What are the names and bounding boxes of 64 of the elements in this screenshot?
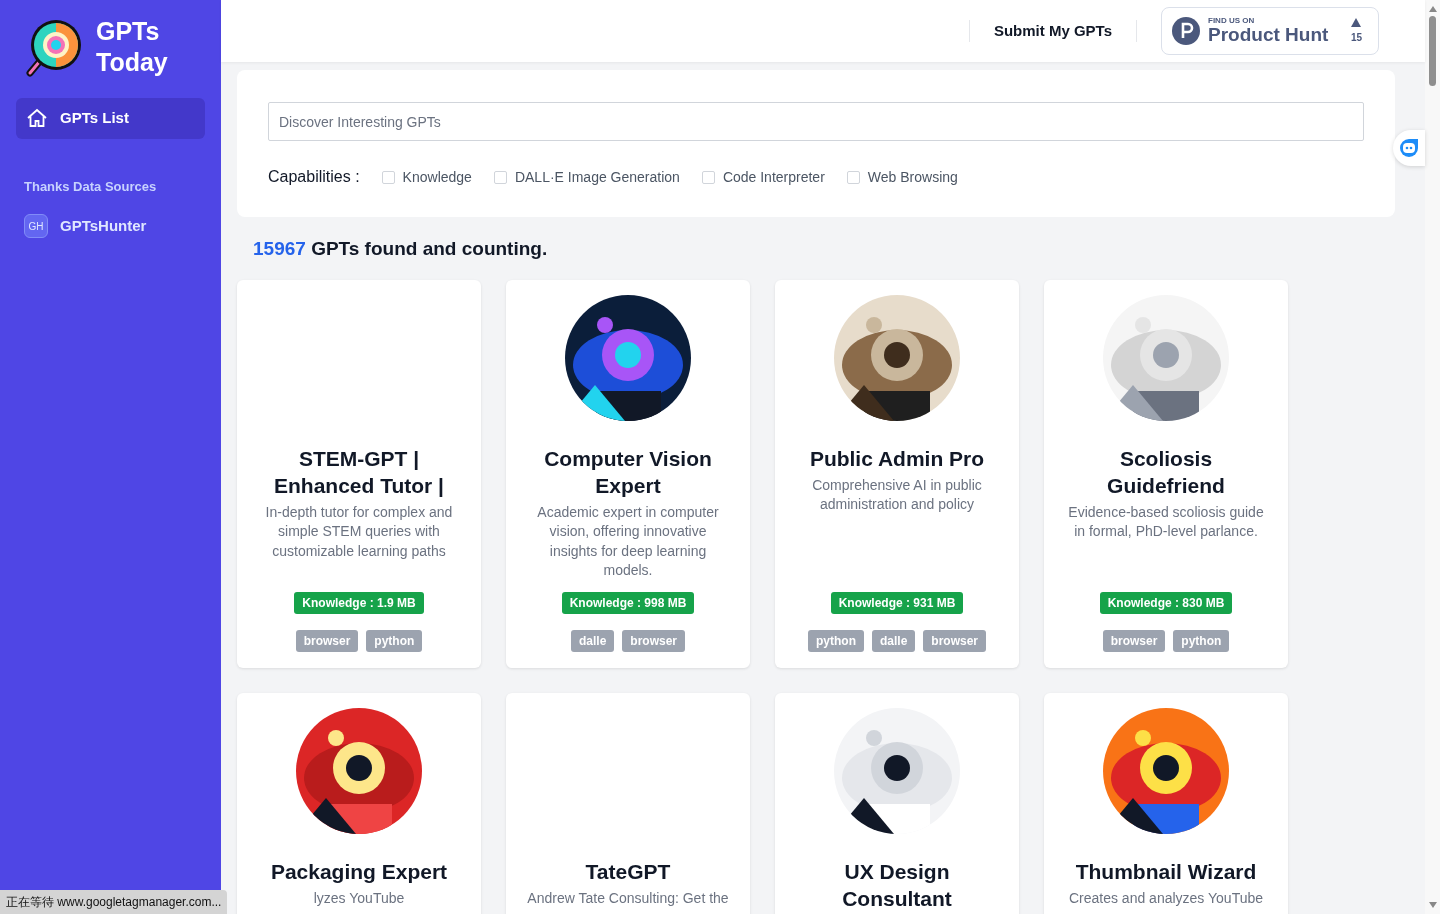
tag: browser: [1102, 629, 1166, 652]
card-title: Scoliosis Guidefriend: [1106, 445, 1226, 499]
card-title: UX Design Consultant: [841, 858, 953, 912]
brand-name: GPTs: [96, 16, 161, 47]
card-title: Public Admin Pro: [809, 445, 985, 472]
card-description: lyzes YouTube: [313, 888, 405, 908]
vote-count: 15: [1350, 30, 1362, 45]
card-title: Packaging Expert: [270, 858, 448, 885]
gpt-card[interactable]: Public Admin Pro Comprehensive AI in public administration and policy Knowledge : 931 MB python dalle browser: [775, 279, 1019, 668]
gpt-card[interactable]: Packaging Expert lyzes YouTube: [237, 692, 481, 914]
filter-panel: Discover Interesting GPTs Capabilities : Knowledge DALL·E Image Generation Code Interpreter Web Browsing: [237, 70, 1395, 217]
product-hunt-badge[interactable]: FIND US ON Product Hunt 15: [1161, 7, 1379, 55]
tag: dalle: [871, 629, 916, 652]
logo-icon: [24, 17, 84, 77]
gpt-card[interactable]: Thumbnail Wizard Creates and analyzes YouTube: [1044, 692, 1288, 914]
status-bar: 正在等待 www.googletagmanager.com...: [0, 890, 228, 914]
card-description: Creates and analyzes YouTube: [1068, 888, 1264, 908]
section-title: Thanks Data Sources: [24, 177, 158, 196]
brand-name: Today: [96, 47, 168, 78]
tag: python: [807, 629, 864, 652]
result-count: 15967: [253, 238, 306, 259]
capabilities-label: Capabilities :: [268, 167, 360, 187]
checkbox[interactable]: [493, 170, 507, 184]
tag: dalle: [570, 629, 615, 652]
product-hunt-name: Product Hunt: [1208, 25, 1329, 45]
gpt-card[interactable]: UX Design Consultant: [775, 692, 1019, 914]
gpt-card[interactable]: Scoliosis Guidefriend Evidence-based scoliosis guide in formal, PhD-level parlance. Knowledge : 830 MB browser python: [1044, 279, 1288, 668]
product-hunt-logo-icon: [1172, 17, 1200, 45]
tag: browser: [923, 629, 986, 652]
card-description: Academic expert in computer vision, offering innovative insights for deep learning models.: [536, 502, 720, 580]
source-link[interactable]: GH GPTsHunter: [24, 214, 205, 238]
card-title: STEM-GPT | Enhanced Tutor |: [273, 445, 445, 499]
tag: python: [1173, 629, 1230, 652]
knowledge-badge: Knowledge : 1.9 MB: [294, 591, 424, 614]
gpt-card[interactable]: STEM-GPT | Enhanced Tutor | In-depth tutor for complex and simple STEM queries with customizable learning paths Knowledge : 1.9 MB browser python: [237, 279, 481, 668]
tag: browser: [622, 629, 685, 652]
submit-link[interactable]: Submit My GPTs: [969, 19, 1136, 43]
card-description: Evidence-based scoliosis guide in formal, PhD-level parlance.: [1067, 502, 1265, 541]
scrollbar[interactable]: [1425, 0, 1440, 914]
card-title: TateGPT: [585, 858, 671, 885]
gpt-card[interactable]: TateGPT Andrew Tate Consulting: Get the: [506, 692, 750, 914]
chat-bot-button[interactable]: [1393, 130, 1425, 166]
home-icon: [26, 107, 48, 130]
card-title: Computer Vision Expert: [543, 445, 713, 499]
card-description: Comprehensive AI in public administration and policy: [811, 475, 983, 514]
knowledge-badge: Knowledge : 830 MB: [1099, 591, 1233, 614]
product-hunt-caption: FIND US ON: [1208, 17, 1256, 25]
gpt-card[interactable]: Computer Vision Expert Academic expert in computer vision, offering innovative insights for deep learning models. Knowledge : 998 MB dalle browser: [506, 279, 750, 668]
card-description: In-depth tutor for complex and simple STEM queries with customizable learning paths: [264, 502, 454, 561]
source-badge: GH: [24, 214, 48, 238]
card-title: Thumbnail Wizard: [1075, 858, 1257, 885]
knowledge-badge: Knowledge : 931 MB: [830, 591, 964, 614]
checkbox[interactable]: [381, 170, 395, 184]
checkbox[interactable]: [846, 170, 860, 184]
search-field[interactable]: Discover Interesting GPTs: [268, 102, 1364, 141]
tag: browser: [295, 629, 359, 652]
tag: python: [366, 629, 423, 652]
upvote-icon: [1351, 17, 1362, 27]
nav-item[interactable]: GPTs List: [16, 98, 205, 139]
knowledge-badge: Knowledge : 998 MB: [561, 591, 695, 614]
checkbox[interactable]: [701, 170, 715, 184]
result-text: GPTs found and counting.: [311, 238, 548, 259]
bot-icon: [1398, 137, 1420, 159]
card-description: Andrew Tate Consulting: Get the: [527, 888, 729, 908]
